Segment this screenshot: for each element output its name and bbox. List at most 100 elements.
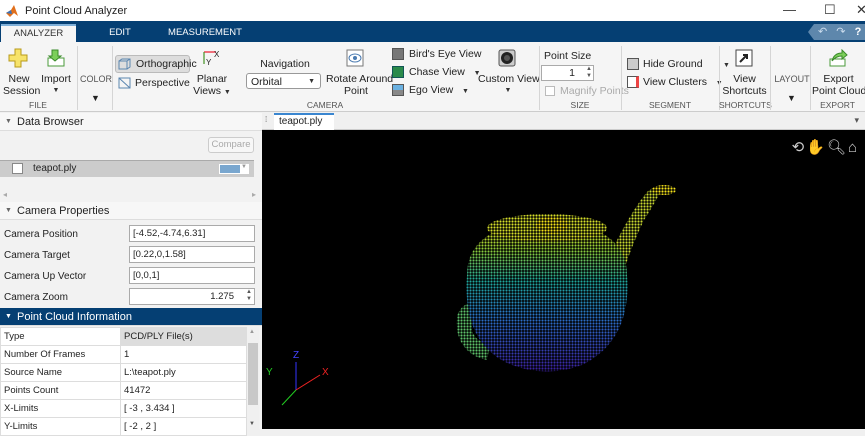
layout-dropdown-button[interactable]: ▼ bbox=[787, 93, 796, 103]
minimize-button[interactable]: — bbox=[783, 2, 796, 17]
horizontal-scrollbar[interactable]: ◂ ▸ bbox=[0, 190, 262, 202]
custom-view-camera-icon bbox=[498, 49, 516, 67]
table-scrollbar[interactable]: ▲ ▼ bbox=[247, 327, 259, 429]
hide-ground-label: Hide Ground bbox=[643, 58, 703, 70]
planar-views-button[interactable]: Planar Views ▼ bbox=[192, 73, 232, 99]
view-shortcuts-label-2: Shortcuts bbox=[722, 85, 767, 97]
hide-ground-button[interactable]: Hide Ground ▼ bbox=[643, 58, 730, 70]
item-name: teapot.ply bbox=[33, 163, 77, 174]
new-session-icon bbox=[8, 48, 28, 68]
y-limits-value: [ -2 , 2 ] bbox=[120, 417, 247, 436]
color-dropdown-button[interactable]: ▼ bbox=[91, 93, 100, 103]
tab-analyzer[interactable]: ANALYZER bbox=[1, 24, 76, 42]
export-label-2: Point Cloud bbox=[812, 85, 865, 97]
points-count-label: Points Count bbox=[0, 381, 121, 400]
custom-view-button[interactable]: Custom View ▼ bbox=[478, 73, 540, 97]
point-size-label: Point Size bbox=[544, 50, 592, 62]
redo-button[interactable]: ↷ bbox=[836, 26, 845, 38]
tab-menu-icon[interactable]: ⁞ bbox=[265, 115, 267, 124]
data-browser-item[interactable]: teapot.ply ▼ bbox=[0, 160, 254, 177]
ego-view-label: Ego View bbox=[409, 84, 454, 96]
perspective-icon bbox=[118, 77, 131, 89]
new-session-label: New bbox=[8, 73, 30, 85]
title-bar: Point Cloud Analyzer — ☐ ✕ bbox=[0, 0, 865, 21]
table-row: Source Name L:\teapot.ply bbox=[0, 363, 247, 382]
table-row: Number Of Frames 1 bbox=[0, 345, 247, 364]
planar-views-label: Planar bbox=[196, 73, 228, 85]
item-color-picker[interactable]: ▼ bbox=[218, 163, 250, 175]
point-size-value: 1 bbox=[569, 67, 575, 79]
tab-edit[interactable]: EDIT bbox=[100, 24, 140, 42]
planar-views-label-2: Views bbox=[193, 85, 221, 97]
ego-view-button[interactable]: Ego View ▼ bbox=[409, 84, 469, 96]
perspective-button[interactable]: Perspective bbox=[135, 77, 190, 89]
group-export-label: EXPORT bbox=[820, 100, 855, 110]
undo-button[interactable]: ↶ bbox=[818, 26, 827, 38]
new-session-button[interactable]: New Session bbox=[3, 73, 41, 97]
viewer-tabs: ⁞ teapot.ply ▾ bbox=[262, 113, 865, 130]
source-label: Source Name bbox=[0, 363, 121, 382]
tab-measurement[interactable]: MEASUREMENT bbox=[160, 24, 250, 42]
data-browser-header[interactable]: ▼ Data Browser bbox=[0, 113, 262, 131]
compare-button[interactable]: Compare bbox=[208, 137, 254, 153]
layout-label: LAYOUT bbox=[774, 74, 810, 84]
export-point-cloud-button[interactable]: Export Point Cloud bbox=[812, 73, 865, 97]
x-limits-value: [ -3 , 3.434 ] bbox=[120, 399, 247, 418]
camera-target-input[interactable]: [0.22,0,1.58] bbox=[129, 246, 255, 263]
birds-eye-view-button[interactable]: Bird's Eye View bbox=[409, 48, 481, 60]
birds-eye-view-icon bbox=[392, 48, 404, 60]
chase-view-button[interactable]: Chase View ▼ bbox=[409, 66, 481, 78]
x-limits-label: X-Limits bbox=[0, 399, 121, 418]
item-checkbox[interactable] bbox=[12, 163, 23, 174]
point-cloud-viewer[interactable]: ⟲✋🔍︎⌂ Z X Y bbox=[262, 130, 865, 429]
svg-text:X: X bbox=[214, 50, 220, 59]
maximize-button[interactable]: ☐ bbox=[824, 2, 836, 18]
type-value: PCD/PLY File(s) bbox=[120, 327, 247, 346]
window-title: Point Cloud Analyzer bbox=[25, 4, 128, 17]
viewer-options-icon[interactable]: ▾ bbox=[854, 115, 859, 126]
toolstrip-tabs: ANALYZER EDIT MEASUREMENT ↶ ↷ ? bbox=[0, 21, 865, 42]
teapot-knob bbox=[536, 216, 568, 234]
table-row: Y-Limits[ -2 , 2 ] bbox=[0, 417, 247, 436]
axes-indicator: Z X Y bbox=[266, 350, 329, 406]
view-clusters-button[interactable]: View Clusters ▼ bbox=[643, 76, 723, 88]
quick-access-toolbar: ↶ ↷ ? bbox=[808, 24, 865, 40]
magnify-points-label: Magnify Points bbox=[560, 85, 629, 97]
group-size-label: SIZE bbox=[570, 100, 590, 110]
camera-position-label: Camera Position bbox=[4, 229, 78, 240]
camera-position-input[interactable]: [-4.52,-4.74,6.31] bbox=[129, 225, 255, 242]
group-camera-label: CAMERA bbox=[306, 100, 344, 110]
table-row: X-Limits[ -3 , 3.434 ] bbox=[0, 399, 247, 418]
view-shortcuts-button[interactable]: View Shortcuts bbox=[722, 73, 767, 97]
magnify-points-checkbox[interactable] bbox=[545, 86, 555, 96]
camera-properties-header[interactable]: ▼ Camera Properties bbox=[0, 202, 262, 220]
frames-label: Number Of Frames bbox=[0, 345, 121, 364]
orthographic-cube-icon bbox=[118, 58, 131, 70]
teapot-point-cloud: Z X Y bbox=[266, 185, 676, 406]
camera-up-vector-input[interactable]: [0,0,1] bbox=[129, 267, 255, 284]
help-button[interactable]: ? bbox=[855, 26, 862, 38]
import-button[interactable]: Import ▼ bbox=[38, 73, 74, 97]
camera-zoom-spinner[interactable]: 1.275 ▲ ▼ bbox=[129, 288, 255, 305]
x-axis-label: X bbox=[322, 367, 329, 378]
hide-ground-icon bbox=[627, 58, 639, 70]
group-shortcuts-label: SHORTCUTS bbox=[719, 100, 772, 110]
navigation-dropdown[interactable]: Orbital ▼ bbox=[246, 73, 321, 89]
teapot-body bbox=[466, 220, 628, 372]
z-axis-label: Z bbox=[293, 350, 299, 361]
rotate-around-point-button[interactable]: Rotate Around Point bbox=[326, 73, 393, 97]
ego-view-icon bbox=[392, 84, 404, 96]
view-clusters-label: View Clusters bbox=[643, 76, 707, 88]
new-session-label-2: Session bbox=[3, 85, 41, 97]
close-button[interactable]: ✕ bbox=[856, 2, 865, 18]
import-label: Import bbox=[41, 73, 71, 85]
point-size-spinner[interactable]: 1 ▲ ▼ bbox=[541, 65, 594, 81]
import-icon bbox=[47, 49, 65, 67]
source-value: L:\teapot.ply bbox=[120, 363, 247, 382]
type-label: Type bbox=[0, 327, 121, 346]
point-cloud-info-header[interactable]: ▼ Point Cloud Information bbox=[0, 308, 262, 326]
rotate-label-2: Point bbox=[344, 85, 368, 97]
tab-teapot[interactable]: teapot.ply bbox=[274, 113, 334, 130]
group-segment-label: SEGMENT bbox=[648, 100, 692, 110]
chase-view-label: Chase View bbox=[409, 66, 465, 78]
